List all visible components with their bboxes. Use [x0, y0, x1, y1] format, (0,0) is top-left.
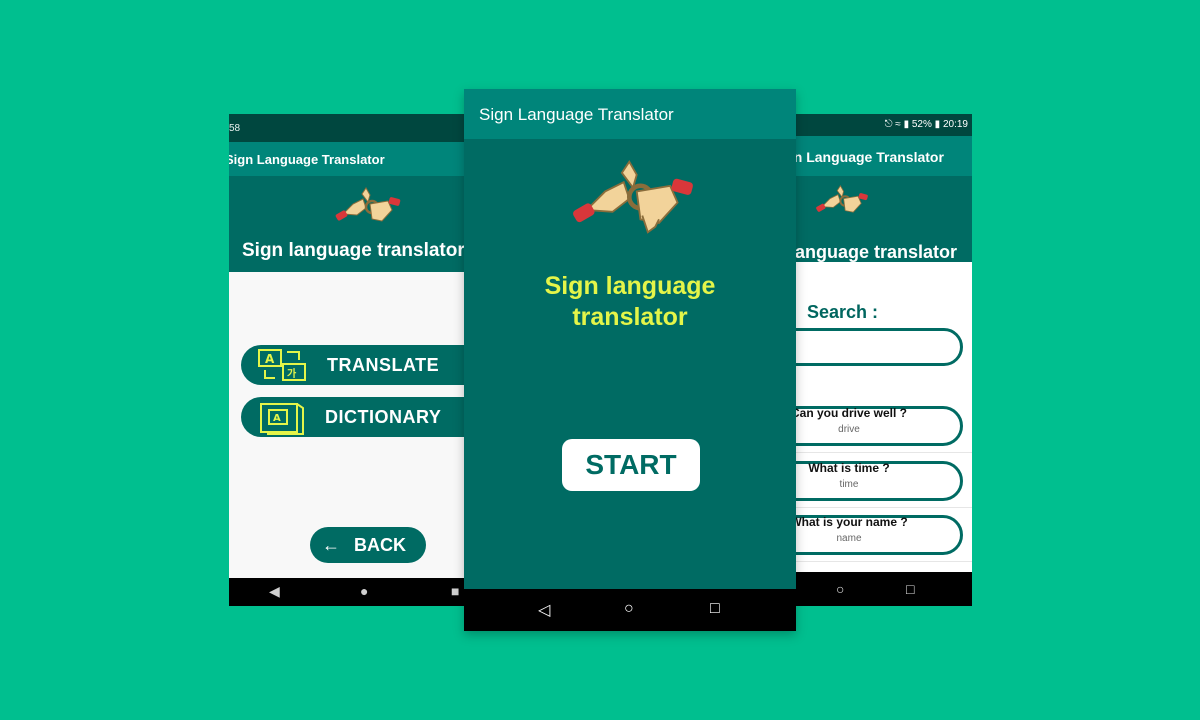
- signal-icon: ▮: [903, 119, 910, 130]
- status-bar: ⎋ ≈ ▮ 52% ▮ 20:19: [792, 114, 972, 136]
- battery-icon: ▮: [934, 119, 941, 130]
- navigation-bar: ○ □: [792, 572, 972, 606]
- status-bar: 58: [229, 114, 465, 142]
- nav-recents-icon[interactable]: □: [906, 581, 914, 597]
- back-button[interactable]: ← BACK: [310, 527, 426, 563]
- back-arrow-icon: ←: [322, 535, 340, 555]
- dictionary-body: Search : Can you drive well ? drive What…: [792, 262, 972, 572]
- status-time: 20:19: [942, 119, 968, 130]
- heading-line-1: Sign language: [544, 272, 716, 300]
- search-input[interactable]: [792, 328, 963, 366]
- nav-recents-icon[interactable]: □: [710, 600, 720, 618]
- app-bar: Sign Language Translator: [464, 89, 796, 139]
- app-title: Sign Language Translator: [792, 149, 944, 165]
- hero-heading: Sign language translator: [792, 242, 958, 262]
- navigation-bar: ◁ ○ □: [464, 589, 796, 631]
- nav-recents-icon[interactable]: ■: [451, 583, 459, 599]
- svg-text:A: A: [265, 352, 275, 366]
- headphones-icon: ⎋: [884, 119, 893, 130]
- dictionary-button[interactable]: A DICTIONARY: [241, 397, 465, 437]
- start-button[interactable]: START: [562, 439, 700, 491]
- status-icons: ⎋ ≈ ▮ 52% ▮ 20:19: [885, 119, 968, 130]
- sign-language-icon: [333, 184, 403, 235]
- dictionary-icon: A: [257, 400, 307, 441]
- item-answer: name: [836, 533, 862, 544]
- back-label: BACK: [354, 535, 406, 555]
- wifi-icon: ≈: [895, 119, 901, 130]
- translate-icon: A 가: [257, 348, 309, 387]
- battery-percent: 52%: [911, 119, 932, 130]
- status-time: 58: [229, 123, 241, 134]
- svg-text:A: A: [273, 413, 281, 424]
- svg-text:가: 가: [287, 367, 297, 380]
- nav-back-icon[interactable]: ◀: [269, 583, 280, 600]
- dictionary-label: DICTIONARY: [325, 407, 442, 427]
- hero-heading: Sign language translator: [464, 271, 796, 333]
- center-phone-screen: Sign Language Translator Sign language t…: [464, 89, 796, 631]
- item-question: Can you drive well ?: [792, 406, 908, 420]
- sign-language-icon: [568, 147, 698, 252]
- hero-banner: Sign language translator: [792, 176, 972, 262]
- right-phone-screen: ⎋ ≈ ▮ 52% ▮ 20:19 Sign Language Translat…: [792, 114, 972, 606]
- list-item[interactable]: What is time ? time: [792, 455, 972, 508]
- nav-home-icon[interactable]: ●: [360, 583, 368, 599]
- list-item[interactable]: What is your name ? name: [792, 509, 972, 562]
- item-question: What is your name ?: [792, 515, 908, 529]
- app-bar: Sign Language Translator: [792, 136, 972, 176]
- nav-back-icon[interactable]: ◁: [538, 600, 550, 620]
- navigation-bar: ◀ ● ■: [229, 578, 465, 606]
- heading-line-2: translator: [572, 303, 688, 331]
- item-question: What is time ?: [808, 461, 890, 475]
- translate-button[interactable]: A 가 TRANSLATE: [241, 345, 465, 385]
- app-bar: Sign Language Translator: [229, 142, 465, 176]
- list-item[interactable]: Can you drive well ? drive: [792, 400, 972, 453]
- translate-label: TRANSLATE: [327, 355, 440, 375]
- item-answer: time: [839, 479, 859, 490]
- item-answer: drive: [838, 424, 860, 435]
- nav-home-icon[interactable]: ○: [836, 581, 844, 597]
- app-title: Sign Language Translator: [229, 152, 385, 167]
- left-phone-screen: 58 Sign Language Translator Sign languag…: [229, 114, 465, 606]
- hero-banner: Sign language translator: [229, 176, 465, 272]
- sign-language-icon: [814, 182, 870, 225]
- search-label: Search :: [807, 302, 879, 322]
- app-title: Sign Language Translator: [479, 105, 674, 124]
- hero-heading: Sign language translator: [242, 240, 465, 261]
- nav-home-icon[interactable]: ○: [624, 600, 634, 618]
